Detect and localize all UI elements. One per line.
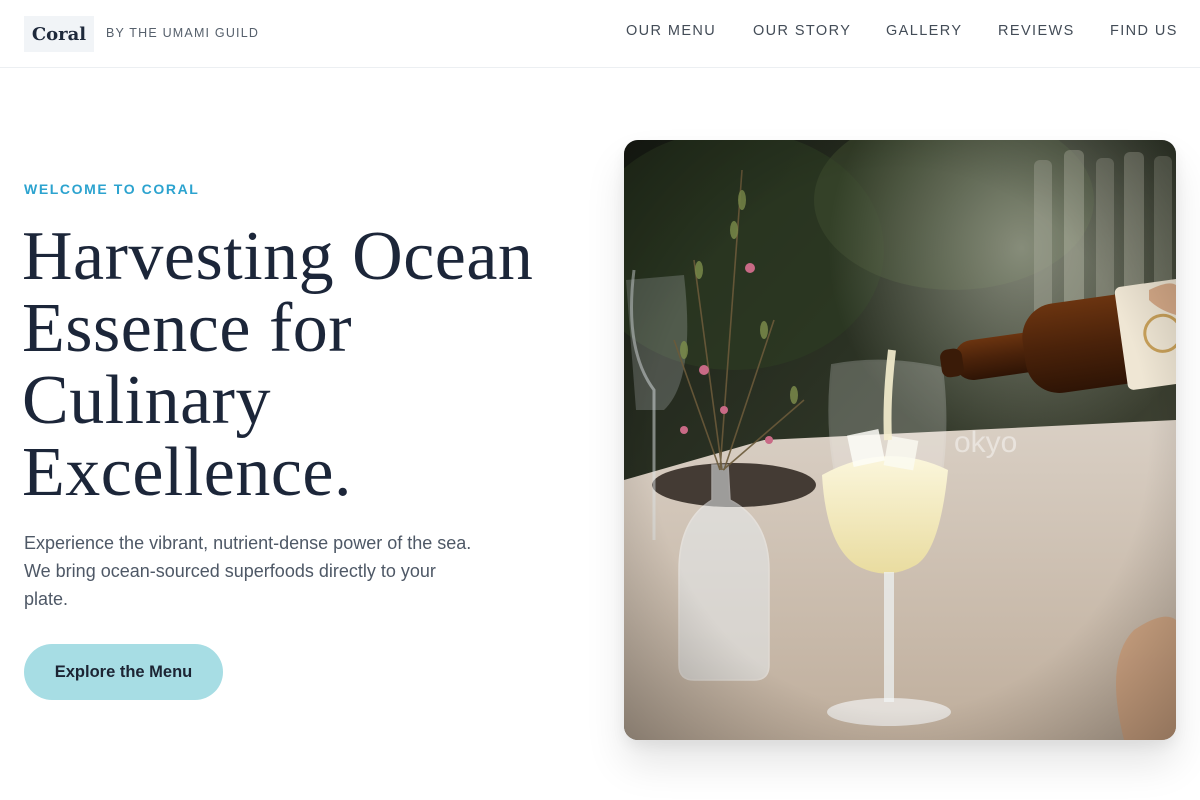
sake-pour-photo: okyo: [624, 140, 1176, 740]
nav-reviews[interactable]: REVIEWS: [998, 23, 1075, 39]
nav-our-menu[interactable]: OUR MENU: [626, 23, 716, 39]
hero-eyebrow: WELCOME TO CORAL: [24, 181, 200, 197]
nav-find-us[interactable]: FIND US: [1110, 23, 1178, 39]
hero-headline: Harvesting Ocean Essence for Culinary Ex…: [22, 218, 534, 511]
brand-tagline: BY THE UMAMI GUILD: [106, 26, 260, 40]
hero-image: okyo: [624, 140, 1176, 740]
site-header: Coral BY THE UMAMI GUILD OUR MENU OUR ST…: [0, 0, 1200, 68]
logo[interactable]: Coral: [24, 16, 94, 52]
logo-text: Coral: [31, 23, 87, 45]
hero-subtext: Experience the vibrant, nutrient-dense p…: [24, 533, 472, 609]
explore-menu-button[interactable]: Explore the Menu: [24, 644, 223, 700]
nav-our-story[interactable]: OUR STORY: [753, 23, 851, 39]
nav-gallery[interactable]: GALLERY: [886, 23, 962, 39]
